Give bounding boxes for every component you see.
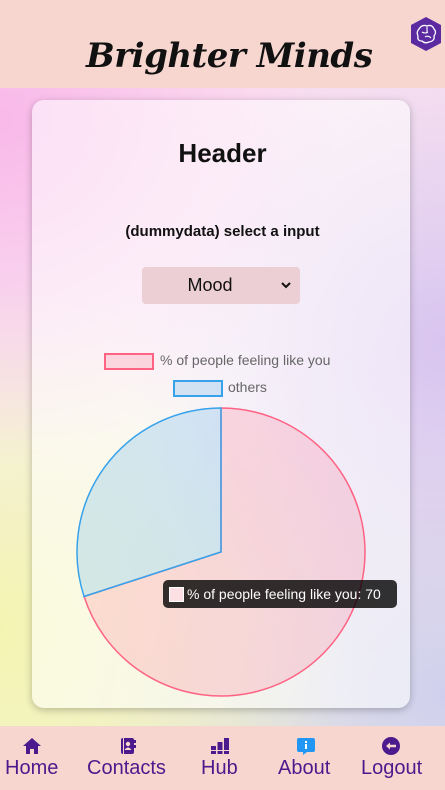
legend-label: % of people feeling like you bbox=[160, 352, 331, 368]
input-select[interactable]: Mood bbox=[142, 267, 300, 304]
legend-label: others bbox=[228, 379, 267, 395]
brain-logo-icon[interactable] bbox=[408, 16, 444, 52]
nav-label: Home bbox=[5, 757, 59, 779]
bottom-nav: Home Contacts Hub About Logout bbox=[0, 726, 445, 790]
nav-home[interactable]: Home bbox=[0, 726, 64, 790]
legend-item-feeling[interactable]: % of people feeling like you bbox=[104, 352, 344, 370]
legend-item-others[interactable]: others bbox=[173, 379, 273, 397]
nav-label: Logout bbox=[361, 757, 423, 779]
nav-label: Contacts bbox=[87, 757, 166, 779]
nav-label: About bbox=[278, 757, 331, 779]
hub-icon bbox=[211, 738, 229, 754]
tooltip-text: % of people feeling like you: 70 bbox=[187, 586, 381, 602]
nav-contacts[interactable]: Contacts bbox=[84, 726, 170, 790]
logout-icon bbox=[382, 737, 400, 755]
nav-label: Hub bbox=[201, 757, 238, 779]
home-icon bbox=[23, 738, 41, 754]
top-bar: Brighter Minds bbox=[0, 0, 445, 88]
tooltip-swatch bbox=[169, 587, 184, 602]
chart-tooltip: % of people feeling like you: 70 bbox=[163, 580, 397, 608]
legend-swatch bbox=[173, 380, 223, 397]
contacts-icon bbox=[121, 738, 136, 754]
nav-hub[interactable]: Hub bbox=[198, 726, 242, 790]
about-icon bbox=[297, 738, 315, 755]
brand-title: Brighter Minds bbox=[86, 36, 373, 76]
nav-about[interactable]: About bbox=[276, 726, 336, 790]
select-prompt: (dummydata) select a input bbox=[125, 223, 320, 240]
content-card bbox=[32, 100, 410, 708]
chevron-down-icon bbox=[281, 282, 291, 289]
select-value: Mood bbox=[187, 275, 233, 295]
nav-logout[interactable]: Logout bbox=[358, 726, 424, 790]
page-title: Header bbox=[178, 138, 267, 168]
legend-swatch bbox=[104, 353, 154, 370]
